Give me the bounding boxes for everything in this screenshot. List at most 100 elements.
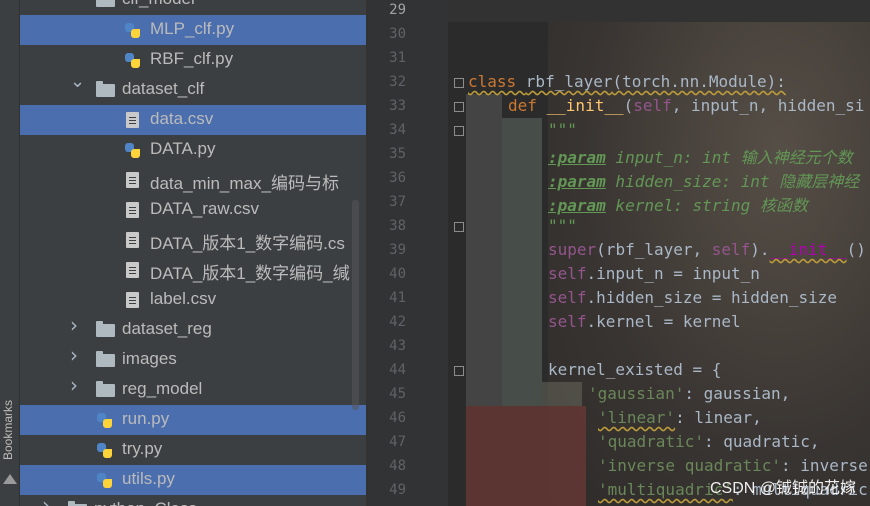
tree-item-label: label.csv [150, 289, 217, 308]
tree-item[interactable]: › python_Class [20, 495, 366, 506]
tree-item-label: DATA_版本1_数字编码.cs [150, 234, 345, 253]
python-file-icon [96, 412, 113, 428]
indent-block-def [502, 118, 542, 406]
line-number: 36 [389, 170, 406, 186]
python-file-icon [124, 142, 141, 158]
text-file-icon [126, 172, 139, 188]
fold-marker-icon[interactable] [454, 102, 464, 112]
tree-item[interactable]: try.py [20, 435, 366, 465]
bookmark-pin-icon [3, 474, 17, 484]
python-file-icon [124, 52, 141, 68]
line-number: 31 [389, 50, 406, 66]
code-editor[interactable]: class rbf_layer(torch.nn.Module): def __… [366, 0, 870, 506]
line-number: 40 [389, 266, 406, 282]
chevron-right-icon[interactable]: › [70, 345, 80, 365]
tree-item[interactable]: data_min_max_编码与标 [20, 165, 366, 195]
tree-item-label: run.py [122, 409, 170, 428]
line-number: 48 [389, 458, 406, 474]
fold-marker-icon[interactable] [454, 78, 464, 88]
tree-item[interactable]: › images [20, 345, 366, 375]
code-line-37: :param kernel: string 核函数 [548, 196, 808, 215]
python-file-icon [124, 22, 141, 38]
code-line-44: kernel_existed = { [548, 360, 722, 379]
chevron-right-icon[interactable]: › [42, 495, 52, 506]
folder-icon [96, 381, 115, 397]
tree-item[interactable]: run.py [20, 405, 366, 435]
tree-item[interactable]: utils.py [20, 465, 366, 495]
tree-item[interactable]: ⌄clf_model [20, 0, 366, 15]
folder-icon [96, 0, 115, 7]
line-number: 43 [389, 338, 406, 354]
chevron-down-icon[interactable]: ⌄ [70, 73, 85, 91]
code-line-34: """ [548, 120, 577, 139]
tree-item-label: python_Class [94, 499, 197, 506]
line-number: 49 [389, 482, 406, 498]
python-file-icon [96, 472, 113, 488]
line-number: 37 [389, 194, 406, 210]
tree-item[interactable]: › reg_model [20, 375, 366, 405]
fold-marker-icon[interactable] [454, 366, 464, 376]
code-line-45: 'gaussian': gaussian, [588, 384, 791, 403]
tree-item[interactable]: MLP_clf.py [20, 15, 366, 45]
line-number: 32 [389, 74, 406, 90]
tree-item-label: try.py [122, 439, 163, 458]
text-file-icon [126, 232, 139, 248]
tree-item[interactable]: › dataset_reg [20, 315, 366, 345]
chevron-right-icon[interactable]: › [70, 375, 80, 395]
tree-item-label: data_min_max_编码与标 [150, 174, 339, 193]
line-number: 46 [389, 410, 406, 426]
project-tree: ⌄clf_model MLP_clf.py RBF_clf.py ⌄ dataset_c… [20, 0, 366, 506]
code-line-39: super(rbf_layer, self).__init__() [548, 240, 866, 259]
tree-item-label: dataset_reg [122, 319, 212, 338]
indent-block-class [466, 94, 502, 406]
text-file-icon [126, 262, 139, 278]
text-file-icon [126, 202, 139, 218]
line-number: 33 [389, 98, 406, 114]
tree-item[interactable]: DATA_版本1_数字编码_缄 [20, 255, 366, 285]
code-line-46: 'linear': linear, [598, 408, 762, 427]
code-line-36: :param hidden_size: int 隐藏层神经 [548, 172, 860, 191]
tree-item-label: DATA_版本1_数字编码_缄 [150, 264, 350, 283]
tree-item-label: RBF_clf.py [150, 49, 234, 68]
indent-block-dict [542, 382, 582, 406]
folder-icon [96, 351, 115, 367]
line-number: 29 [389, 2, 406, 18]
code-line-40: self.input_n = input_n [548, 264, 760, 283]
code-line-33: def __init__(self, input_n, hidden_si [508, 96, 865, 115]
fold-marker-icon[interactable] [454, 222, 464, 232]
code-line-47: 'quadratic': quadratic, [598, 432, 820, 451]
folder-icon [96, 81, 115, 97]
tree-item[interactable]: ⌄ dataset_clf [20, 73, 366, 105]
line-number: 44 [389, 362, 406, 378]
text-file-icon [126, 112, 139, 128]
text-file-icon [126, 292, 139, 308]
tree-item[interactable]: DATA_raw.csv [20, 195, 366, 225]
fold-marker-icon[interactable] [454, 126, 464, 136]
line-number: 30 [389, 26, 406, 42]
tree-item-label: data.csv [150, 109, 214, 128]
line-number: 45 [389, 386, 406, 402]
chevron-right-icon[interactable]: › [70, 315, 80, 335]
indent-error-block [466, 406, 586, 506]
tree-item-label: clf_model [122, 0, 195, 9]
tree-item[interactable]: label.csv [20, 285, 366, 315]
code-line-48: 'inverse quadratic': inverse [598, 456, 868, 475]
tree-item-label: images [122, 349, 177, 368]
tree-item-label: reg_model [122, 379, 203, 398]
bookmarks-tab[interactable]: Bookmarks [1, 400, 15, 460]
bookmarks-strip: Bookmarks [0, 0, 20, 506]
line-number: 38 [389, 218, 406, 234]
folder-icon [96, 321, 115, 337]
csdn-watermark: CSDN @铖铖的花嫁 [709, 480, 856, 497]
tree-scrollbar[interactable] [352, 200, 359, 410]
tree-item-label: MLP_clf.py [150, 19, 235, 38]
code-line-38: """ [548, 216, 577, 235]
tree-item[interactable]: DATA_版本1_数字编码.cs [20, 225, 366, 255]
python-file-icon [96, 442, 113, 458]
line-number: 42 [389, 314, 406, 330]
code-line-41: self.hidden_size = hidden_size [548, 288, 837, 307]
tree-item-label: DATA_raw.csv [150, 199, 259, 218]
code-line-32: class rbf_layer(torch.nn.Module): [468, 72, 786, 91]
tree-item[interactable]: data.csv [20, 105, 366, 135]
tree-item[interactable]: DATA.py [20, 135, 366, 165]
